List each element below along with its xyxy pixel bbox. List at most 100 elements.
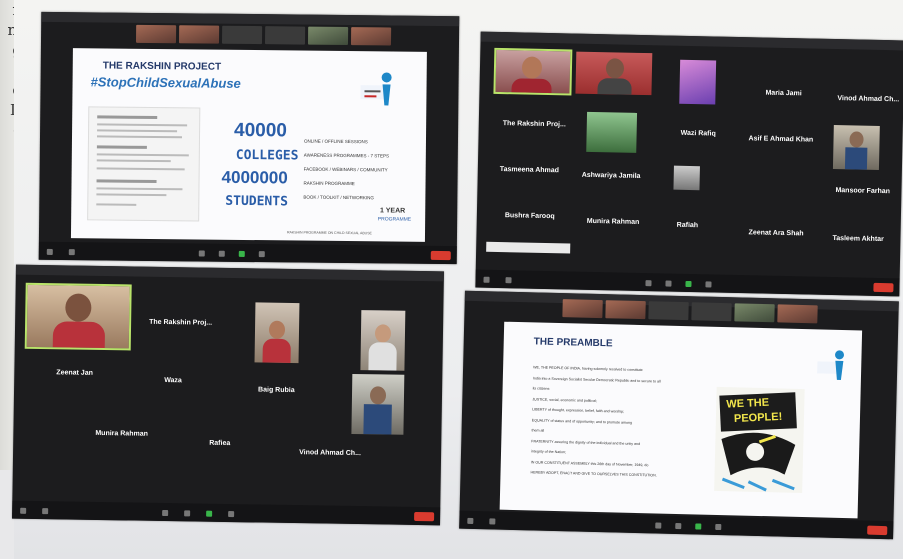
- share-screen-icon[interactable]: [206, 510, 213, 517]
- chat-icon[interactable]: [184, 510, 191, 517]
- share-screen-icon[interactable]: [685, 280, 692, 288]
- participant-video[interactable]: [575, 51, 653, 96]
- participant-video[interactable]: [493, 47, 573, 96]
- participant-name: Bushra Farooq: [504, 212, 555, 221]
- chat-input[interactable]: [486, 241, 571, 254]
- participants-icon[interactable]: [162, 509, 169, 517]
- participant-name: Baig Rubia: [258, 386, 295, 395]
- participant-name: Vinod Ahmad Ch...: [837, 95, 900, 104]
- participant-video[interactable]: [673, 165, 700, 191]
- participant-name: Rafiea: [209, 439, 231, 448]
- rakshin-logo-icon: [817, 347, 848, 382]
- microphone-icon[interactable]: [46, 248, 53, 255]
- participant-name: Waza: [164, 376, 182, 385]
- bullet-item: BOOK / TOOLKIT / NETWORKING: [303, 194, 374, 201]
- participant-strip: [135, 24, 392, 46]
- stat-label-colleges: COLLEGES: [235, 147, 299, 164]
- participant-thumb[interactable]: [350, 27, 392, 46]
- participant-name: Ashwariya Jamila: [581, 171, 641, 180]
- zoom-screenshot-bottom-left: The Rakshin Proj... Zeenat Jan Waza Baig…: [12, 264, 444, 526]
- participant-video[interactable]: [679, 59, 717, 105]
- bullet-list: ONLINE / OFFLINE SESSIONS AWARENESS PROG…: [303, 135, 422, 206]
- participant-video[interactable]: [832, 125, 880, 170]
- record-icon[interactable]: [228, 511, 235, 518]
- chat-icon[interactable]: [665, 280, 672, 287]
- microphone-icon[interactable]: [483, 276, 490, 283]
- hashtag: #StopChildSexualAbuse: [90, 74, 241, 91]
- participant-name: Wazi Rafiq: [680, 129, 716, 138]
- participant-name: The Rakshin Proj...: [502, 120, 566, 129]
- participant-video[interactable]: [360, 310, 406, 371]
- bullet-item: ONLINE / OFFLINE SESSIONS: [303, 138, 368, 145]
- participants-icon[interactable]: [645, 280, 652, 287]
- participant-name: Munira Rahman: [95, 429, 148, 438]
- participant-name: Mansoor Farhan: [835, 187, 890, 196]
- participant-thumb[interactable]: [562, 299, 603, 319]
- rakshin-logo-icon: [360, 69, 394, 107]
- bullet-item: FACEBOOK / WEBINARS / COMMUNITY: [303, 166, 388, 173]
- participant-thumb[interactable]: [734, 303, 775, 323]
- zoom-screenshot-top-right: The Rakshin Proj... Maria Jami Vinod Ahm…: [475, 31, 903, 297]
- participant-thumb[interactable]: [264, 26, 306, 45]
- participant-thumb[interactable]: [135, 24, 177, 44]
- video-icon[interactable]: [505, 277, 512, 284]
- leave-button[interactable]: [414, 511, 435, 522]
- microphone-icon[interactable]: [467, 517, 474, 525]
- share-screen-icon[interactable]: [695, 523, 702, 530]
- chat-icon[interactable]: [675, 522, 682, 530]
- participant-video[interactable]: [24, 282, 132, 351]
- stat-number-students: 4000000: [221, 167, 288, 188]
- stat-label-students: STUDENTS: [225, 193, 289, 210]
- participant-name: Asif E Ahmad Khan: [748, 135, 814, 144]
- microphone-icon[interactable]: [20, 507, 27, 514]
- project-title: THE RAKSHIN PROJECT: [102, 60, 222, 73]
- participant-name: Tasmeena Ahmad: [499, 166, 560, 175]
- video-icon[interactable]: [68, 249, 75, 256]
- participants-icon[interactable]: [198, 250, 205, 257]
- record-icon[interactable]: [258, 251, 265, 258]
- shared-slide-rakshin: THE RAKSHIN PROJECT #StopChildSexualAbus…: [70, 48, 427, 242]
- stat-number-colleges: 40000: [233, 119, 288, 142]
- slide-heading: THE PREAMBLE: [533, 336, 613, 350]
- zoom-screenshot-top-left: THE RAKSHIN PROJECT #StopChildSexualAbus…: [38, 11, 460, 265]
- slide-bottom-text: RAKSHIN PROGRAMME ON CHILD SEXUAL ABUSE: [286, 230, 372, 236]
- leave-button[interactable]: [873, 282, 894, 293]
- document-thumbnail: [87, 106, 201, 222]
- footnote-year: 1 YEAR: [380, 207, 406, 215]
- participant-thumb[interactable]: [178, 25, 220, 44]
- leave-button[interactable]: [867, 525, 888, 536]
- record-icon[interactable]: [715, 523, 722, 531]
- shared-slide-preamble: THE PREAMBLE WE, THE PEOPLE OF INDIA, ha…: [499, 321, 863, 519]
- participant-thumb[interactable]: [691, 302, 732, 322]
- participant-name: Zeenat Jan: [56, 369, 93, 377]
- participant-thumb[interactable]: [648, 301, 689, 321]
- we-the-people-poster: WE THE PEOPLE!: [714, 386, 805, 494]
- participant-name: Munira Rahman: [586, 217, 640, 226]
- leave-button[interactable]: [430, 250, 451, 261]
- chat-icon[interactable]: [218, 250, 225, 257]
- participant-name: Vinod Ahmad Ch...: [299, 449, 361, 458]
- participant-video[interactable]: [254, 302, 300, 364]
- participant-name: Tasleem Akhtar: [832, 235, 884, 244]
- participant-video[interactable]: [351, 373, 405, 435]
- record-icon[interactable]: [705, 281, 712, 288]
- zoom-screenshot-bottom-right: THE PREAMBLE WE, THE PEOPLE OF INDIA, ha…: [459, 290, 899, 540]
- participant-thumb[interactable]: [221, 25, 263, 45]
- participant-thumb[interactable]: [777, 304, 818, 324]
- participant-name: Maria Jami: [765, 89, 802, 98]
- participants-icon[interactable]: [655, 522, 662, 529]
- video-icon[interactable]: [489, 518, 496, 525]
- share-screen-icon[interactable]: [238, 250, 245, 257]
- poster-figure-icon: [721, 432, 796, 492]
- bullet-item: RAKSHIN PROGRAMME: [303, 180, 355, 187]
- participant-video[interactable]: [586, 111, 638, 153]
- participant-name: Rafiah: [676, 221, 699, 230]
- poster-line-2: PEOPLE!: [733, 410, 783, 426]
- participant-name: Zeenat Ara Shah: [748, 229, 804, 238]
- participant-name: The Rakshin Proj...: [149, 318, 213, 327]
- poster-line-1: WE THE: [726, 396, 770, 411]
- footnote-programme: PROGRAMME: [377, 216, 412, 223]
- video-icon[interactable]: [42, 508, 49, 515]
- participant-thumb[interactable]: [605, 300, 646, 320]
- participant-thumb[interactable]: [307, 26, 349, 46]
